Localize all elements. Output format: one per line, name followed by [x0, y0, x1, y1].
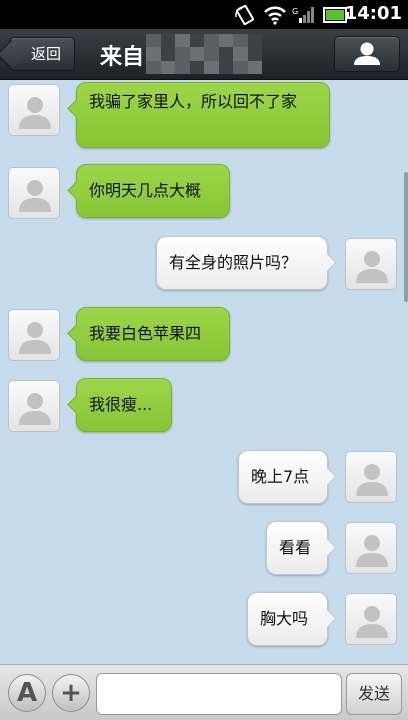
add-button[interactable]: +: [52, 674, 90, 712]
contact-avatar[interactable]: [8, 84, 60, 136]
contact-avatar[interactable]: [8, 167, 60, 219]
svg-text:G: G: [292, 7, 298, 16]
status-bar: G 14:01: [0, 0, 408, 29]
message-bubble-outgoing[interactable]: 胸大吗: [247, 592, 328, 646]
chat-area[interactable]: 我骗了家里人，所以回不了家 你明天几点大概 有全身的照片吗？ 我要白色苹果四 我…: [0, 80, 408, 664]
signal-icon: G: [292, 5, 316, 29]
message-input[interactable]: [96, 673, 342, 715]
back-button-label: 返回: [30, 45, 61, 63]
contact-avatar[interactable]: [8, 380, 60, 432]
rotate-icon: [234, 4, 256, 29]
message-bubble-incoming[interactable]: 我骗了家里人，所以回不了家: [76, 82, 330, 148]
contact-avatar[interactable]: [8, 309, 60, 361]
chat-title: 来自: [100, 45, 145, 70]
input-bar: A + 发送: [0, 664, 408, 720]
wifi-icon: [263, 5, 287, 29]
message-bubble-incoming[interactable]: 我要白色苹果四: [76, 307, 230, 361]
message-bubble-outgoing[interactable]: 晚上7点: [238, 450, 328, 504]
my-avatar[interactable]: [345, 238, 397, 290]
message-bubble-incoming[interactable]: 你明天几点大概: [76, 164, 230, 218]
censored-name-mask: [146, 34, 262, 74]
scrollbar[interactable]: [404, 172, 408, 302]
profile-button[interactable]: [334, 36, 400, 72]
message-bubble-incoming[interactable]: 我很瘦...: [76, 378, 172, 432]
my-avatar[interactable]: [345, 522, 397, 574]
person-icon: [354, 42, 380, 65]
status-time: 14:01: [344, 3, 402, 24]
my-avatar[interactable]: [345, 451, 397, 503]
send-button[interactable]: 发送: [346, 673, 402, 715]
message-bubble-outgoing[interactable]: 有全身的照片吗？: [156, 236, 328, 290]
font-button[interactable]: A: [8, 674, 46, 712]
back-button[interactable]: 返回: [9, 37, 75, 71]
chat-header: 返回 来自: [0, 29, 408, 80]
message-bubble-outgoing[interactable]: 看看: [266, 521, 328, 575]
my-avatar[interactable]: [345, 593, 397, 645]
